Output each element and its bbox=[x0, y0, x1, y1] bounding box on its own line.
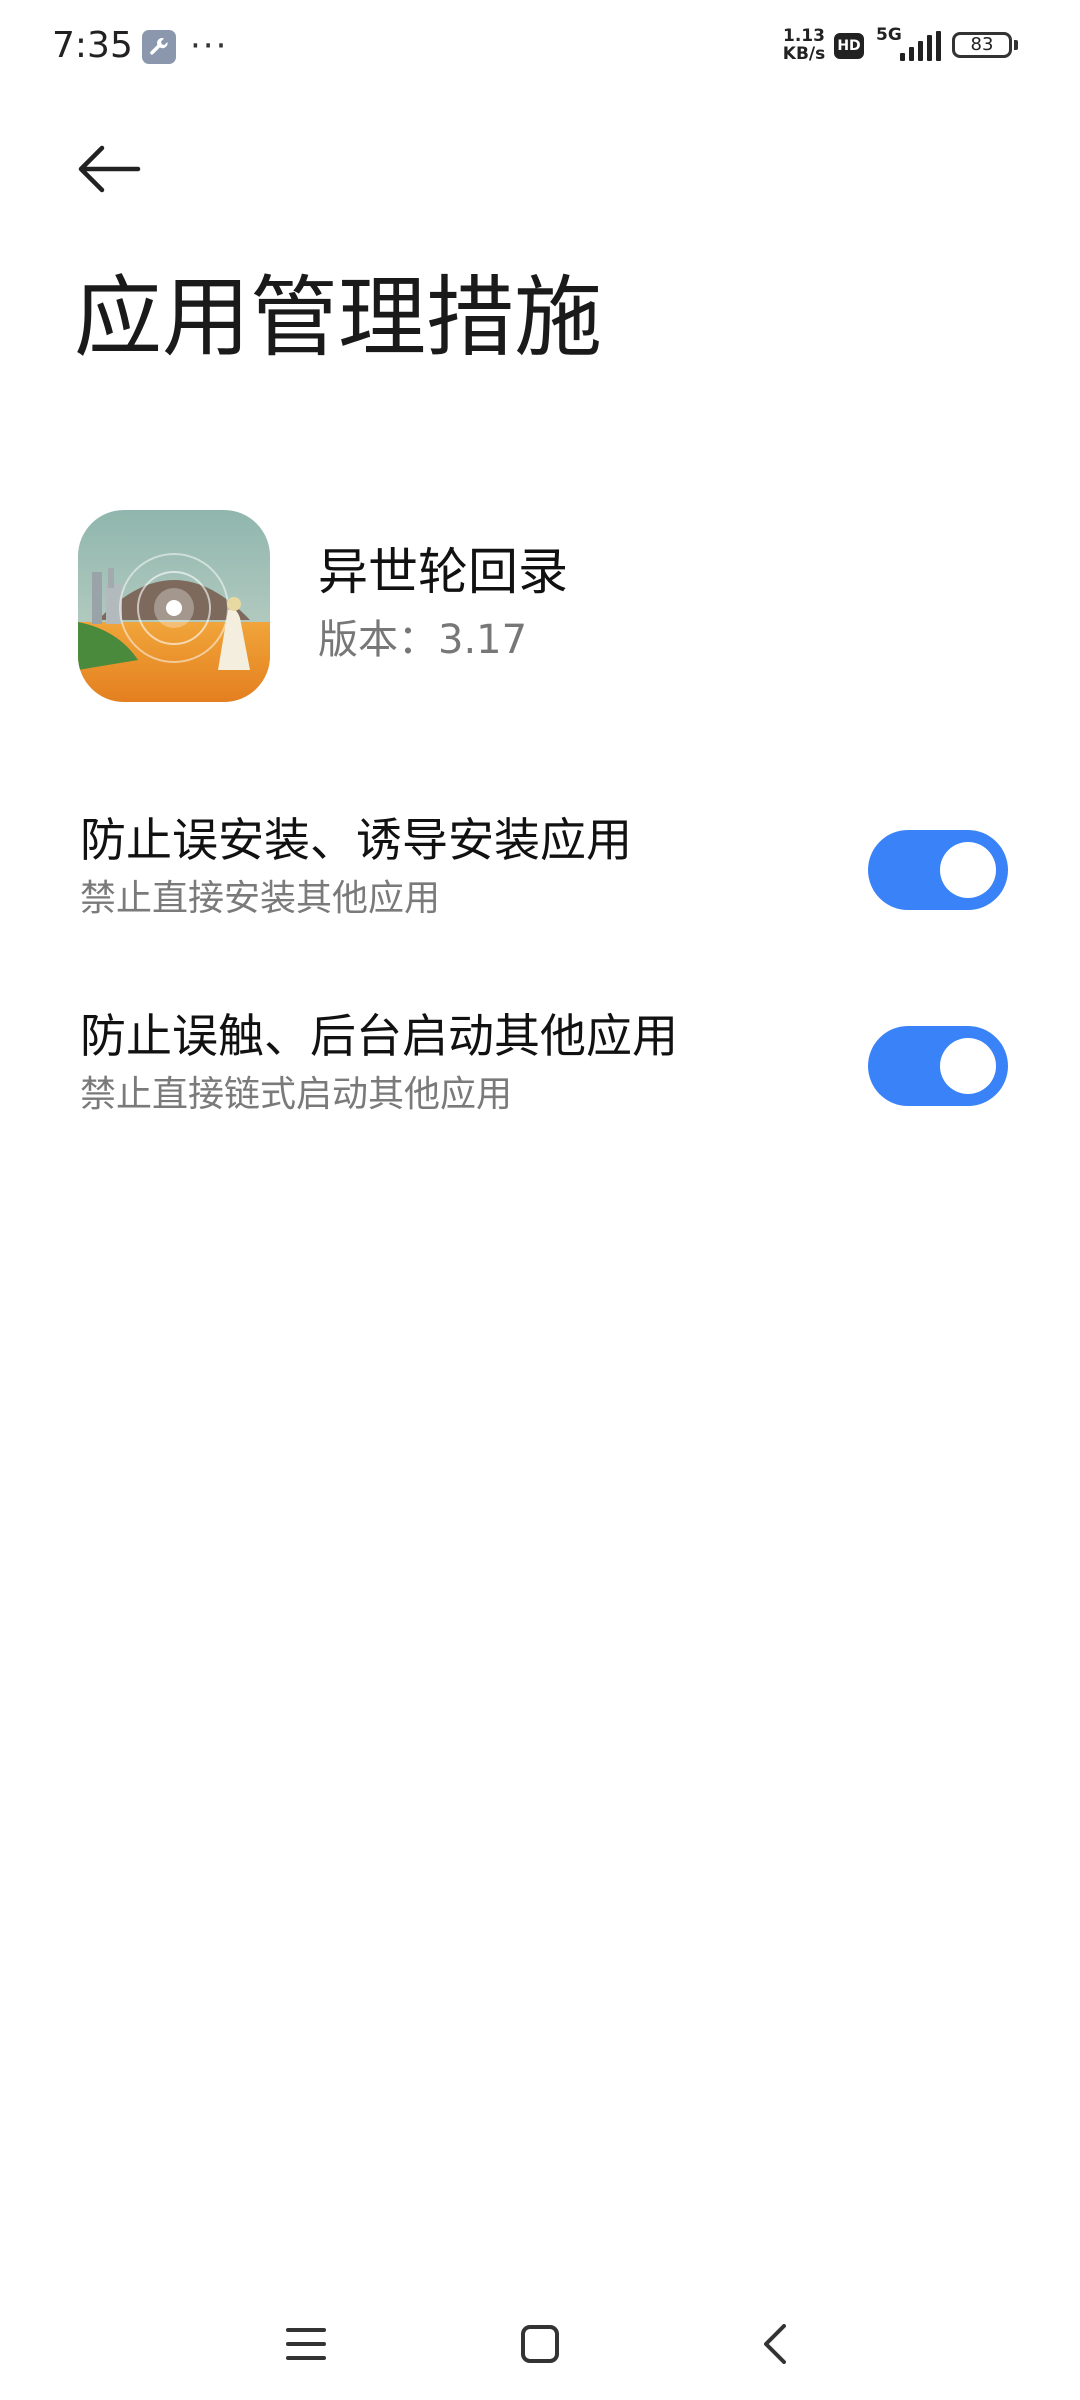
setting-row-prevent-install[interactable]: 防止误安装、诱导安装应用 禁止直接安装其他应用 bbox=[0, 808, 1080, 988]
nav-back-button[interactable] bbox=[716, 2290, 836, 2400]
wrench-icon bbox=[142, 30, 176, 64]
app-name: 异世轮回录 bbox=[318, 543, 568, 601]
setting-subtitle: 禁止直接链式启动其他应用 bbox=[80, 1074, 513, 1115]
battery-level: 83 bbox=[970, 34, 994, 55]
prevent-install-toggle[interactable] bbox=[868, 830, 1008, 910]
home-square-icon bbox=[521, 2325, 559, 2363]
toggle-knob bbox=[940, 842, 996, 898]
setting-row-prevent-launch[interactable]: 防止误触、后台启动其他应用 禁止直接链式启动其他应用 bbox=[0, 1004, 1080, 1184]
battery-icon: 83 bbox=[952, 32, 1012, 58]
signal-icon bbox=[896, 31, 944, 65]
menu-icon bbox=[286, 2328, 326, 2360]
status-bar: 7:35 ··· 1.13 KB/s HD 5G 83 bbox=[0, 0, 1080, 96]
network-speed: 1.13 KB/s bbox=[778, 27, 830, 63]
status-time: 7:35 bbox=[52, 25, 133, 66]
network-speed-value: 1.13 bbox=[783, 26, 825, 46]
toggle-knob bbox=[940, 1038, 996, 1094]
app-icon bbox=[78, 510, 270, 702]
battery-tip bbox=[1014, 40, 1018, 50]
hd-badge: HD bbox=[834, 33, 864, 59]
recents-button[interactable] bbox=[246, 2290, 366, 2400]
back-chevron-icon bbox=[764, 2324, 786, 2364]
app-version: 版本：3.17 bbox=[318, 617, 528, 663]
prevent-launch-toggle[interactable] bbox=[868, 1026, 1008, 1106]
back-button[interactable] bbox=[60, 126, 160, 212]
home-button[interactable] bbox=[480, 2290, 600, 2400]
page-title: 应用管理措施 bbox=[74, 266, 603, 369]
navigation-bar bbox=[0, 2290, 1080, 2400]
setting-title: 防止误触、后台启动其他应用 bbox=[80, 1009, 678, 1063]
more-notifications-icon: ··· bbox=[190, 26, 229, 66]
setting-subtitle: 禁止直接安装其他应用 bbox=[80, 878, 441, 919]
arrow-left-icon bbox=[78, 145, 141, 193]
network-speed-unit: KB/s bbox=[782, 44, 826, 64]
setting-title: 防止误安装、诱导安装应用 bbox=[80, 813, 632, 867]
